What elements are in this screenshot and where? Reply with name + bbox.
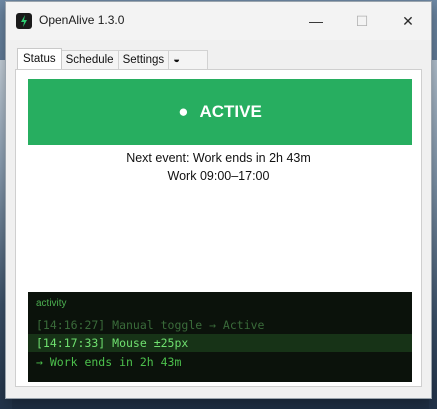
activity-log[interactable]: activity [14:16:27] Manual toggle → Acti… xyxy=(28,292,412,382)
status-label: ACTIVE xyxy=(199,102,262,121)
status-dot-icon: ● xyxy=(178,102,189,121)
close-button[interactable]: ✕ xyxy=(385,2,431,40)
window-title: OpenAlive 1.3.0 xyxy=(39,13,125,27)
activity-label: activity xyxy=(36,298,67,309)
tab-settings[interactable]: Settings xyxy=(117,50,170,69)
minimize-button[interactable]: — xyxy=(293,2,339,40)
tab-schedule[interactable]: Schedule xyxy=(60,50,119,69)
app-logo-icon xyxy=(16,13,32,29)
log-line: [14:16:27] Manual toggle → Active xyxy=(36,318,265,332)
maximize-icon: ☐ xyxy=(355,12,369,29)
tab-about[interactable]: ◒ xyxy=(168,50,209,69)
tab-status[interactable]: Status xyxy=(17,48,62,69)
status-banner[interactable]: ● ACTIVE xyxy=(28,79,412,145)
log-line: → Work ends in 2h 43m xyxy=(36,355,182,369)
app-window: OpenAlive 1.3.0 — ☐ ✕ Status Schedule Se… xyxy=(5,1,432,399)
log-line: [14:17:33] Mouse ±25px xyxy=(28,334,412,352)
maximize-button[interactable]: ☐ xyxy=(339,2,385,40)
close-icon: ✕ xyxy=(402,12,414,29)
schedule-summary: Work 09:00–17:00 xyxy=(167,169,270,183)
minimize-icon: — xyxy=(309,13,323,29)
title-bar[interactable]: OpenAlive 1.3.0 — ☐ ✕ xyxy=(6,2,431,40)
next-event-text: Next event: Work ends in 2h 43m xyxy=(126,151,311,165)
status-panel: ● ACTIVE Next event: Work ends in 2h 43m… xyxy=(15,69,422,387)
theme-toggle-icon: ◒ xyxy=(173,54,181,66)
tab-bar: Status Schedule Settings ◒ xyxy=(17,48,209,69)
